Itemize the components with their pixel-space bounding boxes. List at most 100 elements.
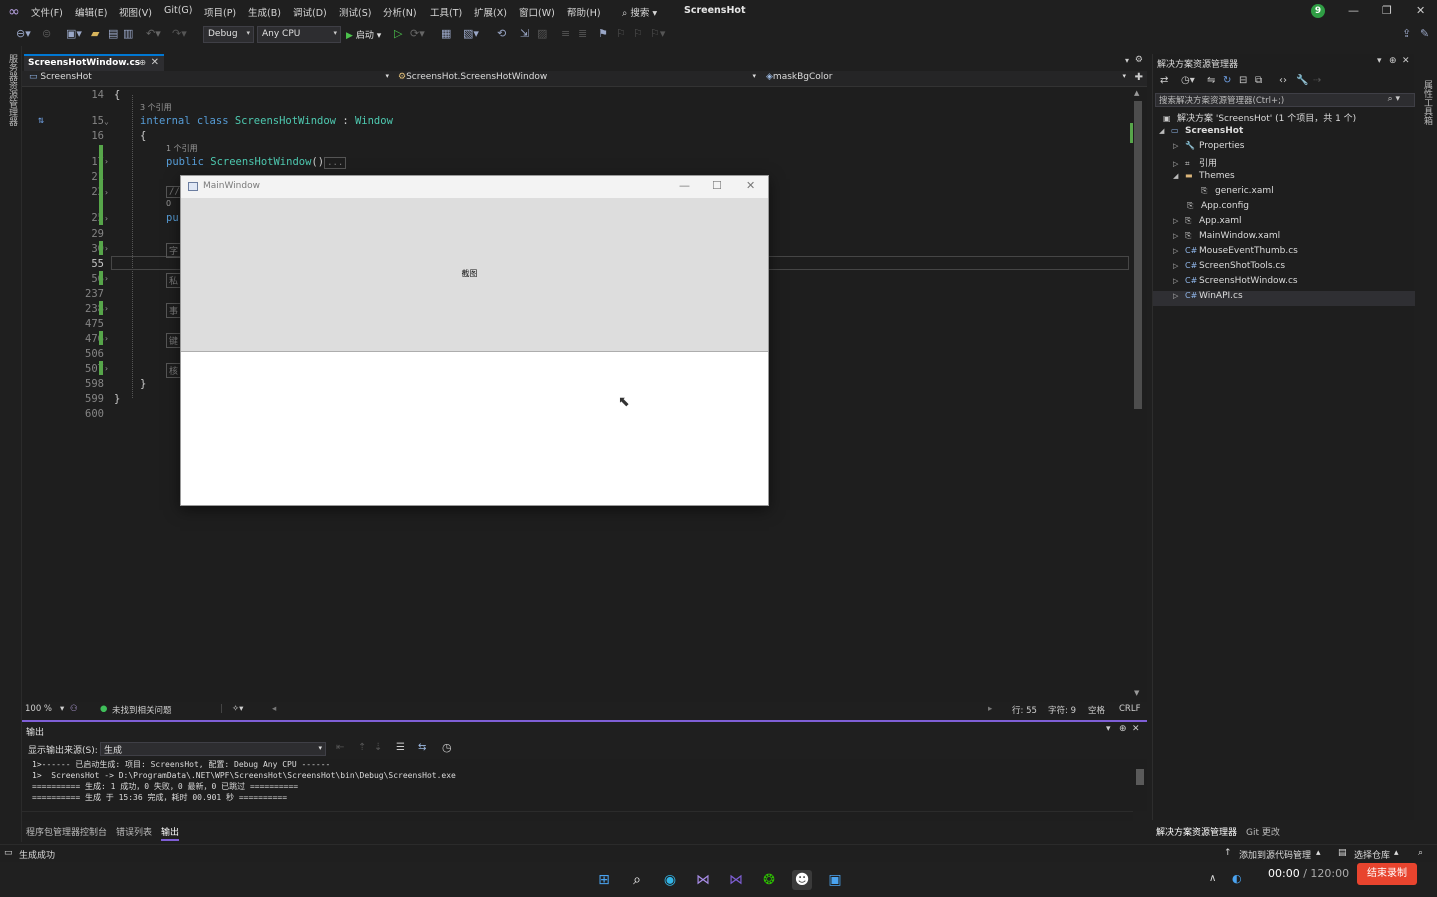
menu-tools[interactable]: 工具(T) [430, 5, 462, 19]
scroll-right-icon[interactable]: ▸ [988, 704, 992, 714]
edge-browser-icon[interactable]: ◉ [660, 870, 680, 890]
expand-icon[interactable]: › [104, 274, 109, 283]
scroll-down-icon[interactable]: ▼ [1134, 689, 1139, 697]
scrollbar-thumb[interactable] [1134, 101, 1142, 409]
collapsed-arrow-icon[interactable]: ▷ [1173, 160, 1185, 168]
codelens-references[interactable]: 0 [166, 199, 171, 208]
next-bookmark-icon[interactable]: ⚐ [633, 27, 643, 40]
refresh-icon[interactable]: ↻ [1223, 75, 1231, 86]
minimize-icon[interactable]: — [1348, 4, 1359, 17]
tree-item-properties[interactable]: ▷ 🔧 Properties [1173, 141, 1244, 156]
panel-dropdown-icon[interactable]: ▾ [1106, 724, 1111, 734]
collapse-icon[interactable]: ⌄ [104, 117, 109, 126]
preview-icon[interactable]: ⇢ [1313, 75, 1321, 86]
properties-wrench-icon[interactable]: 🔧 [1296, 75, 1308, 86]
menu-extensions[interactable]: 扩展(X) [474, 5, 507, 19]
tree-item-screenshottools-cs[interactable]: ▷ C# ScreenShotTools.cs [1173, 261, 1285, 276]
stop-recording-button[interactable]: 结束录制 [1357, 863, 1417, 885]
tree-item-generic-xaml[interactable]: ⎘ generic.xaml [1201, 186, 1274, 201]
search-button[interactable]: ⌕ 搜索 ▾ [622, 5, 657, 19]
panel-dropdown-icon[interactable]: ▾ [1377, 56, 1382, 66]
tray-app-icon[interactable]: ◐ [1232, 872, 1242, 885]
maximize-icon[interactable]: ☐ [712, 179, 722, 192]
expand-icon[interactable]: › [104, 334, 109, 343]
view-code-icon[interactable]: ‹› [1279, 75, 1287, 86]
scrollbar-thumb[interactable] [1136, 769, 1144, 785]
expand-icon[interactable]: › [104, 157, 109, 166]
close-tab-icon[interactable]: ✕ [151, 57, 159, 68]
prev-message-icon[interactable]: ⇡ [358, 742, 366, 753]
collapsed-arrow-icon[interactable]: ▷ [1173, 277, 1185, 285]
navigate-forward-icon[interactable]: ⊜ [42, 27, 51, 40]
collapse-all-icon[interactable]: ⊟ [1239, 75, 1247, 86]
split-editor-icon[interactable]: ✚ [1135, 72, 1143, 83]
type-nav-select[interactable]: ⚙ScreensHot.ScreensHotWindow ▾ [394, 72, 760, 86]
collapsed-arrow-icon[interactable]: ▷ [1173, 142, 1185, 150]
server-explorer-tab[interactable]: 服务器资源管理器 [6, 54, 19, 126]
expanded-arrow-icon[interactable]: ◢ [1173, 172, 1185, 180]
expand-icon[interactable]: › [104, 188, 109, 197]
member-nav-select[interactable]: ◈maskBgColor ▾ [762, 72, 1130, 86]
codelens-references[interactable]: 1 个引用 [166, 143, 198, 154]
next-message-icon[interactable]: ⇣ [374, 742, 382, 753]
notifications-icon[interactable]: ⌕ [1418, 848, 1423, 858]
zoom-level[interactable]: 100 % [25, 704, 52, 714]
tree-item-screenshotwindow-cs[interactable]: ▷ C# ScreensHotWindow.cs [1173, 276, 1298, 291]
restore-icon[interactable]: ❐ [1382, 4, 1392, 17]
issues-status[interactable]: 未找到相关问题 [112, 704, 172, 716]
chevron-up-icon[interactable]: ∧ [1209, 873, 1216, 884]
visual-studio-icon[interactable]: ⋈ [693, 870, 713, 890]
prev-bookmark-icon[interactable]: ⚐ [616, 27, 626, 40]
step-icon[interactable]: ⇲ [520, 27, 529, 40]
solution-explorer-icon[interactable]: ▦ [441, 27, 451, 40]
screenshot-button[interactable]: 截图 [181, 198, 768, 352]
collapsed-region[interactable]: 键 [166, 333, 182, 348]
select-repository-button[interactable]: 选择仓库 [1354, 848, 1390, 861]
tree-item-themes[interactable]: ◢ ▬ Themes [1173, 171, 1235, 186]
collapsed-region[interactable]: 核 [166, 363, 182, 378]
switch-views-icon[interactable]: ⇋ [1207, 75, 1215, 86]
clock-icon[interactable]: ◷ [442, 741, 452, 754]
close-panel-icon[interactable]: ✕ [1402, 56, 1410, 66]
copilot-icon[interactable]: ⚇ [70, 704, 78, 714]
expand-icon[interactable]: › [104, 304, 109, 313]
editor-vertical-scrollbar[interactable]: ▲ ▼ [1130, 87, 1147, 702]
tab-git-changes[interactable]: Git 更改 [1246, 825, 1280, 838]
menu-file[interactable]: 文件(F) [31, 5, 63, 19]
output-window-icon[interactable]: ▭ [4, 848, 13, 858]
new-project-icon[interactable]: ▣▾ [66, 27, 82, 40]
bookmark-icon[interactable]: ⚑ [598, 27, 608, 40]
share-icon[interactable]: ⇪ [1402, 27, 1411, 40]
wechat-icon[interactable]: ❂ [759, 870, 779, 890]
clear-bookmarks-icon[interactable]: ⚐▾ [650, 27, 665, 40]
gear-icon[interactable]: ⚙ [1135, 55, 1143, 65]
scroll-up-icon[interactable]: ▲ [1134, 89, 1139, 97]
tree-item-app-xaml[interactable]: ▷ ⎘ App.xaml [1173, 216, 1242, 231]
format-icon[interactable]: ▨ [537, 27, 547, 40]
tree-item-mouseeventthumb-cs[interactable]: ▷ C# MouseEventThumb.cs [1173, 246, 1298, 261]
attach-icon[interactable]: ⟳▾ [410, 27, 425, 40]
pin-icon[interactable]: ⊕ [1119, 724, 1127, 734]
show-all-files-icon[interactable]: ⧉ [1255, 75, 1262, 86]
word-wrap-icon[interactable]: ⇆ [418, 742, 426, 753]
menu-analyze[interactable]: 分析(N) [383, 5, 417, 19]
visual-studio-icon[interactable]: ⋈ [726, 870, 746, 890]
collapsed-arrow-icon[interactable]: ▷ [1173, 247, 1185, 255]
expand-icon[interactable]: › [104, 364, 109, 373]
column-indicator[interactable]: 字符: 9 [1048, 704, 1076, 716]
tab-screenshotwindow-cs[interactable]: ScreensHotWindow.cs ⊕ ✕ [24, 54, 164, 71]
pin-icon[interactable]: ⊕ [139, 58, 146, 67]
close-panel-icon[interactable]: ✕ [1132, 724, 1140, 734]
tab-package-manager-console[interactable]: 程序包管理器控制台 [26, 825, 107, 838]
navigate-back-icon[interactable]: ⊖▾ [16, 27, 31, 40]
solution-platform-select[interactable]: Any CPU ▾ [257, 26, 341, 43]
collapsed-arrow-icon[interactable]: ▷ [1173, 217, 1185, 225]
minimize-icon[interactable]: — [679, 179, 690, 192]
output-text[interactable]: 1>------ 已启动生成: 项目: ScreensHot, 配置: Debu… [22, 759, 1133, 811]
menu-debug[interactable]: 调试(D) [293, 5, 327, 19]
collapsed-arrow-icon[interactable]: ▷ [1173, 262, 1185, 270]
expand-icon[interactable]: › [104, 244, 109, 253]
menu-test[interactable]: 测试(S) [339, 5, 371, 19]
solution-explorer-search-input[interactable]: 搜索解决方案资源管理器(Ctrl+;) ⌕ ▾ [1155, 93, 1415, 107]
open-file-icon[interactable]: ▰ [91, 27, 99, 40]
